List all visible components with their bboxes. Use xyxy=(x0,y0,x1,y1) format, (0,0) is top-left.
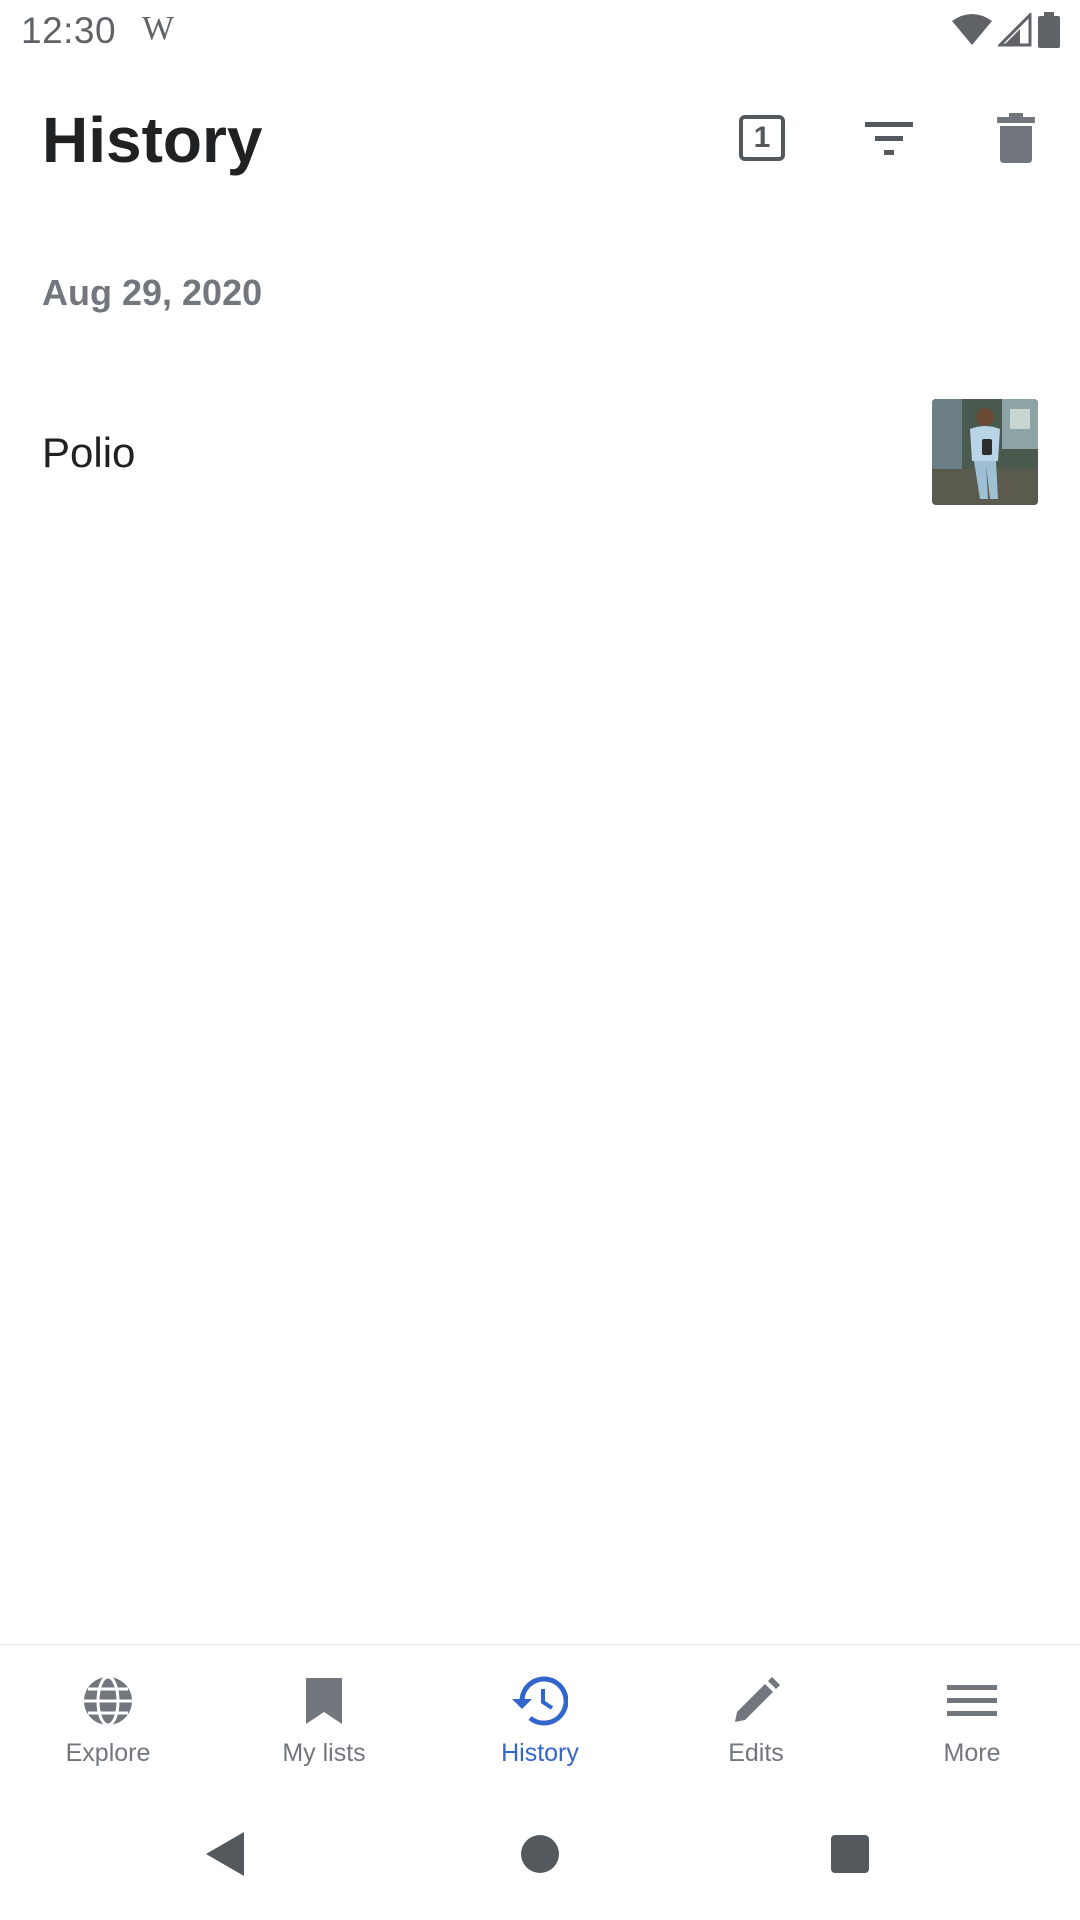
date-section-header: Aug 29, 2020 xyxy=(42,272,263,313)
nav-explore[interactable]: Explore xyxy=(0,1645,216,1780)
article-thumbnail xyxy=(932,399,1038,505)
nav-label: More xyxy=(943,1739,1001,1767)
menu-icon xyxy=(944,1673,1000,1729)
filter-icon xyxy=(865,122,913,155)
nav-label: History xyxy=(501,1739,579,1767)
system-navigation-bar xyxy=(0,1780,1080,1920)
battery-icon xyxy=(1038,12,1060,48)
nav-more[interactable]: More xyxy=(864,1645,1080,1780)
signal-icon xyxy=(998,13,1032,47)
status-bar: 12:30 W xyxy=(0,0,1080,63)
app-header: History 1 xyxy=(0,63,1080,211)
pencil-icon xyxy=(728,1673,784,1729)
nav-my-lists[interactable]: My lists xyxy=(216,1645,432,1780)
nav-label: Edits xyxy=(728,1739,784,1767)
globe-icon xyxy=(80,1673,136,1729)
back-icon xyxy=(206,1832,244,1876)
nav-history[interactable]: History xyxy=(432,1645,648,1780)
system-back-button[interactable] xyxy=(186,1814,266,1894)
trash-icon xyxy=(997,113,1035,163)
bottom-navigation: Explore My lists History Edits More xyxy=(0,1644,1080,1780)
history-icon xyxy=(512,1673,568,1729)
history-list-item[interactable]: Polio xyxy=(0,372,1080,532)
tabs-count: 1 xyxy=(753,121,771,154)
status-time: 12:30 xyxy=(21,10,117,51)
nav-label: My lists xyxy=(282,1739,366,1767)
wifi-icon xyxy=(952,14,992,45)
nav-edits[interactable]: Edits xyxy=(648,1645,864,1780)
tabs-icon: 1 xyxy=(739,115,785,161)
status-icons xyxy=(952,12,1060,48)
page-title: History xyxy=(42,104,263,176)
system-recents-button[interactable] xyxy=(810,1814,890,1894)
nav-label: Explore xyxy=(65,1739,151,1767)
system-home-button[interactable] xyxy=(500,1814,580,1894)
recents-icon xyxy=(831,1835,869,1873)
bookmark-icon xyxy=(296,1673,352,1729)
tabs-button[interactable]: 1 xyxy=(722,98,802,178)
wikipedia-notification-icon: W xyxy=(142,10,175,47)
home-icon xyxy=(521,1835,559,1873)
filter-button[interactable] xyxy=(849,98,929,178)
article-title: Polio xyxy=(42,429,136,476)
delete-history-button[interactable] xyxy=(976,98,1056,178)
